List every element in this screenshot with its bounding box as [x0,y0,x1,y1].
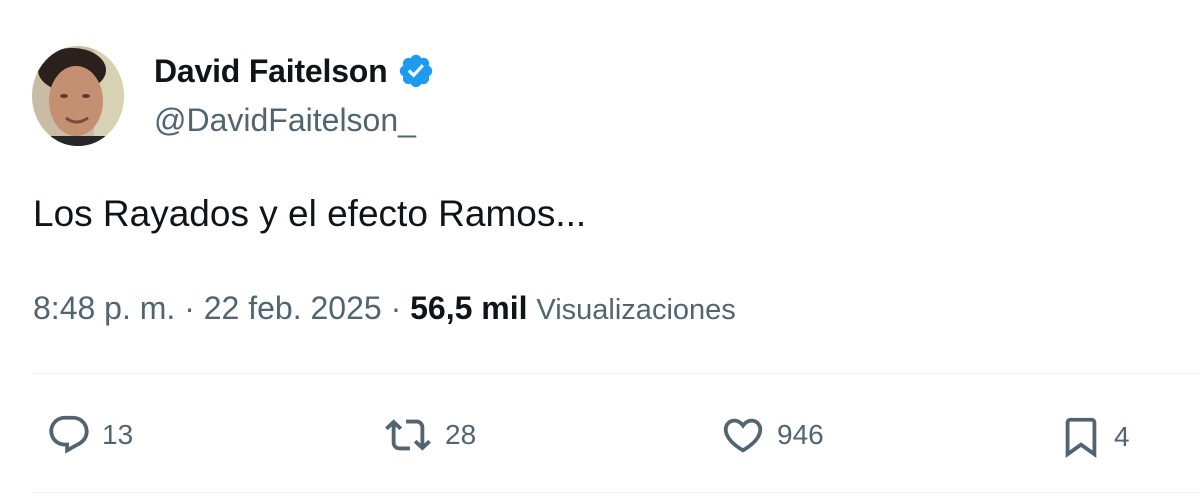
bookmark-count: 4 [1114,421,1130,452]
author-display-name[interactable]: David Faitelson [154,53,388,90]
avatar[interactable] [32,46,124,146]
tweet-date[interactable]: 22 feb. 2025 [204,290,382,326]
tweet-card: David Faitelson @DavidFaitelson_ Los Ray… [0,0,1200,501]
author-name-row: David Faitelson [154,52,435,90]
tweet-text: Los Rayados y el efecto Ramos... [33,193,587,234]
retweet-count: 28 [445,419,477,450]
reply-button[interactable]: 13 [46,412,133,458]
divider [33,492,1200,493]
tweet-time[interactable]: 8:48 p. m. [33,290,175,326]
meta-separator: · [390,290,402,326]
author-handle[interactable]: @DavidFaitelson_ [154,102,416,139]
views-count[interactable]: 56,5 mil [410,290,527,326]
verified-badge-icon [397,52,435,90]
tweet-metadata: 8:48 p. m. · 22 feb. 2025 · 56,5 mil Vis… [33,290,736,327]
like-button[interactable]: 946 [719,412,824,458]
reply-icon [46,412,92,458]
views-label[interactable]: Visualizaciones [536,294,735,326]
retweet-button[interactable]: 28 [381,412,476,458]
bookmark-icon [1058,412,1104,462]
divider [33,373,1200,374]
meta-separator: · [184,290,195,326]
heart-icon [719,412,767,458]
like-count: 946 [777,419,824,450]
retweet-icon [381,412,435,458]
reply-count: 13 [102,419,134,450]
bookmark-button[interactable]: 4 [1058,412,1130,462]
